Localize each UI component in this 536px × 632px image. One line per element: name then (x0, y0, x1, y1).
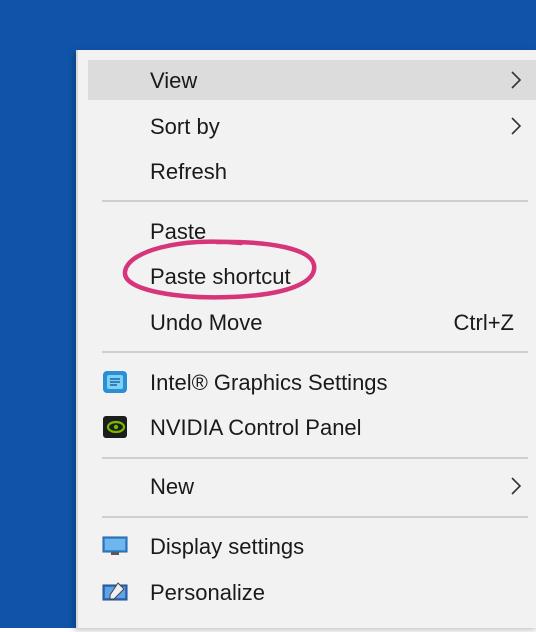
keyboard-shortcut: Ctrl+Z (453, 310, 515, 335)
menu-item-intel-graphics[interactable]: Intel® Graphics Settings (88, 362, 536, 402)
menu-item-view[interactable]: View (88, 60, 536, 100)
menu-item-nvidia-control-panel[interactable]: NVIDIA Control Panel (88, 407, 536, 447)
menu-item-label: New (150, 474, 195, 499)
context-menu: View Sort by Refresh Paste Paste shortcu… (76, 50, 536, 628)
nvidia-icon (103, 416, 127, 438)
menu-item-label: View (150, 68, 198, 93)
menu-item-new[interactable]: New (88, 466, 536, 506)
menu-item-label: Display settings (150, 534, 305, 559)
menu-separator (102, 200, 528, 202)
menu-item-paste[interactable]: Paste (88, 211, 536, 251)
menu-separator (102, 516, 528, 518)
display-settings-icon (102, 536, 128, 555)
menu-item-undo-move[interactable]: Undo Move Ctrl+Z (88, 302, 536, 342)
menu-item-label: Intel® Graphics Settings (150, 370, 388, 395)
chevron-right-icon (511, 71, 522, 89)
menu-item-label: Paste (150, 219, 207, 244)
menu-item-label: NVIDIA Control Panel (150, 415, 362, 440)
chevron-right-icon (511, 477, 522, 495)
menu-item-label: Paste shortcut (150, 264, 291, 289)
menu-separator (102, 457, 528, 459)
personalize-icon (102, 582, 128, 601)
menu-item-sort-by[interactable]: Sort by (88, 106, 536, 146)
intel-graphics-icon (103, 371, 127, 393)
menu-item-label: Refresh (150, 159, 228, 184)
menu-item-label: Personalize (150, 580, 265, 605)
menu-item-display-settings[interactable]: Display settings (88, 526, 536, 566)
menu-item-label: Undo Move (150, 310, 263, 335)
menu-separator (102, 351, 528, 353)
menu-item-personalize[interactable]: Personalize (88, 572, 536, 612)
menu-item-refresh[interactable]: Refresh (88, 151, 536, 191)
menu-item-label: Sort by (150, 114, 220, 139)
menu-item-paste-shortcut[interactable]: Paste shortcut (88, 256, 536, 296)
chevron-right-icon (511, 117, 522, 135)
